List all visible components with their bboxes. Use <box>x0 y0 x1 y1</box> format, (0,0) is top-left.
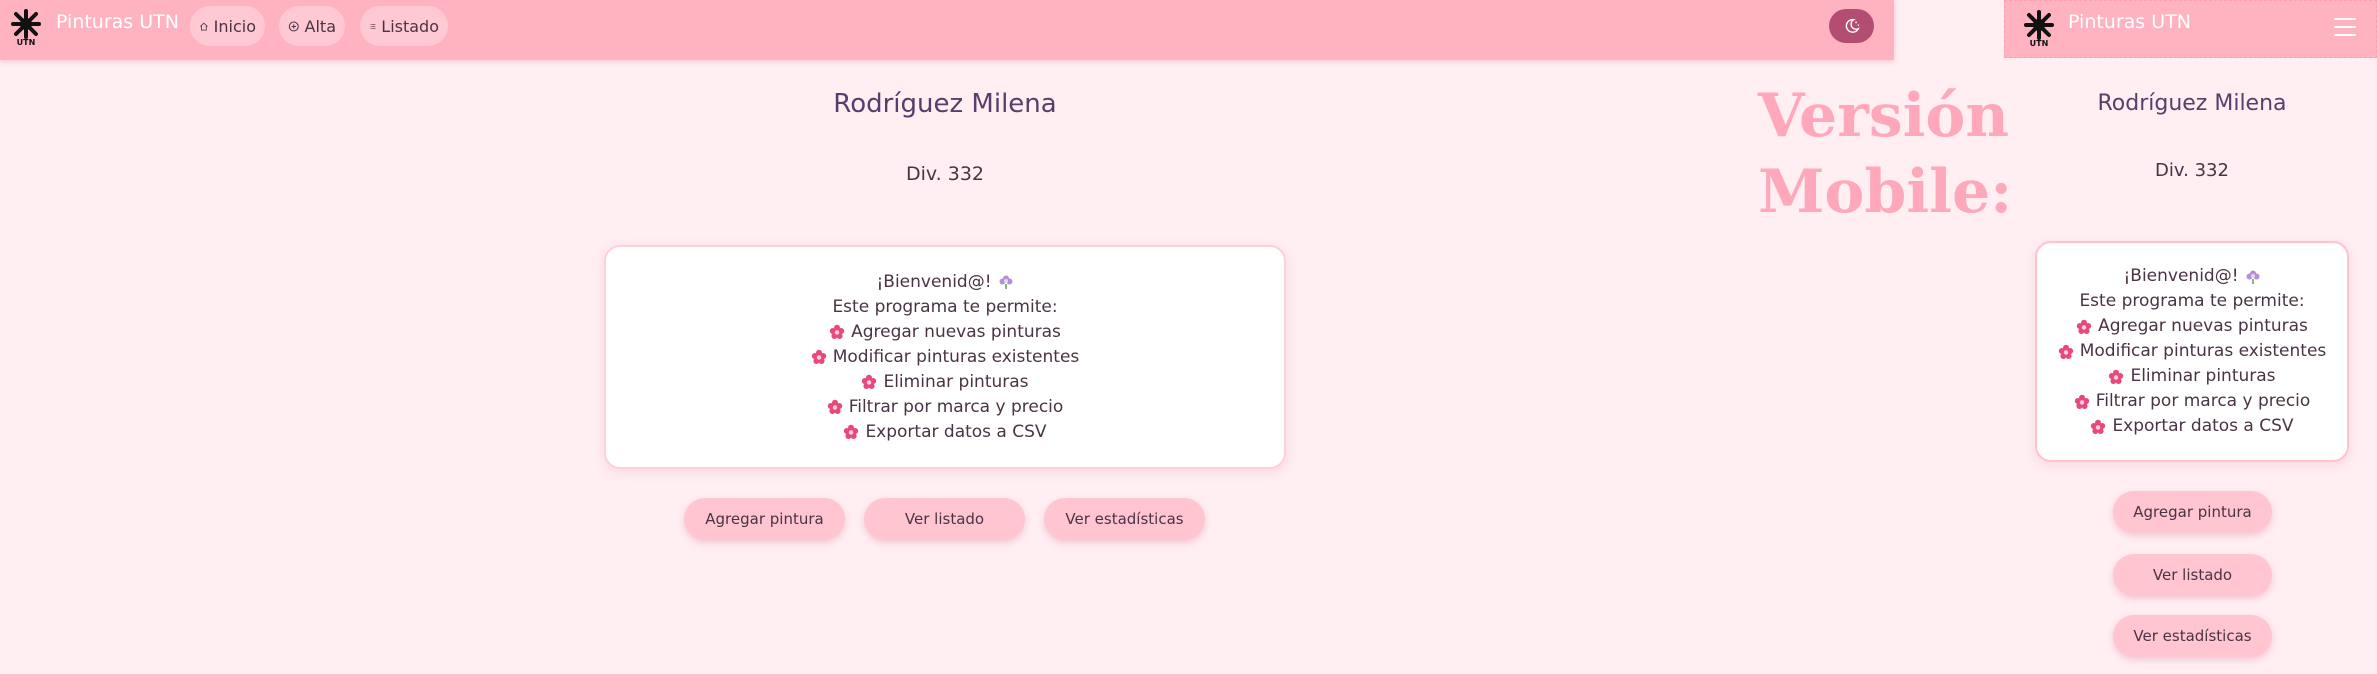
feature-text: Exportar datos a CSV <box>865 421 1047 442</box>
mobile-label-line: Versión <box>1758 81 2010 151</box>
view-list-button[interactable]: Ver listado <box>2113 554 2272 596</box>
feature-text: Modificar pinturas existentes <box>2079 341 2327 361</box>
flower-icon <box>829 324 845 339</box>
flower-icon <box>844 424 859 439</box>
nav-item-inicio[interactable]: Inicio <box>190 6 265 46</box>
nav-item-listado[interactable]: Listado <box>360 6 448 46</box>
welcome-intro: Este programa te permite: <box>2079 291 2305 311</box>
page-title: Rodríguez Milena <box>2097 91 2287 116</box>
welcome-greeting: ¡Bienvenid@! <box>876 271 992 292</box>
moon-stars-icon <box>1845 18 1860 33</box>
flower-icon <box>811 349 826 364</box>
feature-text: Modificar pinturas existentes <box>832 346 1080 367</box>
welcome-intro: Este programa te permite: <box>832 296 1058 317</box>
page-subtitle: Div. 332 <box>2155 160 2229 181</box>
feature-text: Eliminar pinturas <box>2130 366 2276 386</box>
feature-item: Eliminar pinturas <box>2108 364 2276 389</box>
view-stats-button[interactable]: Ver estadísticas <box>2113 615 2272 657</box>
flower-icon <box>862 374 877 389</box>
feature-text: Filtrar por marca y precio <box>2095 391 2311 411</box>
flower-icon <box>2074 394 2089 409</box>
mobile-label-line: Mobile: <box>1758 157 2013 227</box>
view-stats-button[interactable]: Ver estadísticas <box>1044 498 1205 540</box>
nav-item-label: Inicio <box>213 16 256 36</box>
welcome-line: ¡Bienvenid@! <box>2123 264 2260 289</box>
mobile-navbar: UTN Pinturas UTN <box>2004 0 2377 58</box>
add-painting-button[interactable]: Agregar pintura <box>684 498 845 540</box>
svg-text:UTN: UTN <box>17 38 36 46</box>
flower-icon <box>2109 369 2124 384</box>
feature-text: Agregar nuevas pinturas <box>851 321 1061 342</box>
welcome-greeting: ¡Bienvenid@! <box>2123 266 2239 286</box>
flower-icon <box>2058 344 2073 359</box>
flower-icon <box>2076 319 2092 334</box>
desktop-navbar: UTN Pinturas UTN Inicio Alta Listado <box>0 0 1894 60</box>
lilac-flower-icon <box>999 275 1013 289</box>
page-subtitle: Div. 332 <box>905 163 985 185</box>
theme-toggle-button[interactable] <box>1829 9 1874 43</box>
add-painting-button[interactable]: Agregar pintura <box>2113 491 2272 533</box>
lilac-flower-icon <box>2246 270 2260 284</box>
flower-icon <box>827 399 842 414</box>
flower-icon <box>2091 419 2106 434</box>
view-list-button[interactable]: Ver listado <box>864 498 1025 540</box>
feature-item: Filtrar por marca y precio <box>827 395 1064 420</box>
svg-text:UTN: UTN <box>2030 39 2049 47</box>
feature-item: Modificar pinturas existentes <box>811 345 1080 370</box>
plus-circle-icon <box>288 21 299 31</box>
feature-item: Filtrar por marca y precio <box>2074 389 2311 414</box>
feature-text: Eliminar pinturas <box>883 371 1029 392</box>
list-icon <box>369 23 376 29</box>
nav-item-alta[interactable]: Alta <box>279 6 345 46</box>
utn-logo-icon[interactable]: UTN <box>9 8 43 47</box>
feature-item: Exportar datos a CSV <box>2090 414 2294 439</box>
feature-text: Exportar datos a CSV <box>2112 416 2294 436</box>
home-icon <box>199 22 208 31</box>
feature-item: Eliminar pinturas <box>861 370 1029 395</box>
feature-item: Modificar pinturas existentes <box>2058 339 2327 364</box>
feature-item: Exportar datos a CSV <box>843 420 1047 445</box>
brand-name[interactable]: Pinturas UTN <box>2068 11 2191 33</box>
nav-item-label: Alta <box>304 16 336 36</box>
mobile-version-label: Versión Mobile: <box>1758 78 2013 230</box>
welcome-line: ¡Bienvenid@! <box>876 270 1013 295</box>
feature-item: Agregar nuevas pinturas <box>2076 314 2308 339</box>
brand-name[interactable]: Pinturas UTN <box>56 11 179 33</box>
page-title: Rodríguez Milena <box>833 89 1057 119</box>
nav-item-label: Listado <box>381 16 439 36</box>
hamburger-icon[interactable] <box>2334 18 2356 36</box>
feature-text: Filtrar por marca y precio <box>848 396 1064 417</box>
feature-text: Agregar nuevas pinturas <box>2098 316 2308 336</box>
utn-logo-icon[interactable]: UTN <box>2022 9 2056 48</box>
feature-item: Agregar nuevas pinturas <box>829 320 1061 345</box>
welcome-card: ¡Bienvenid@! Este programa te permite: A… <box>604 245 1286 469</box>
welcome-card: ¡Bienvenid@! Este programa te permite: A… <box>2035 241 2349 462</box>
